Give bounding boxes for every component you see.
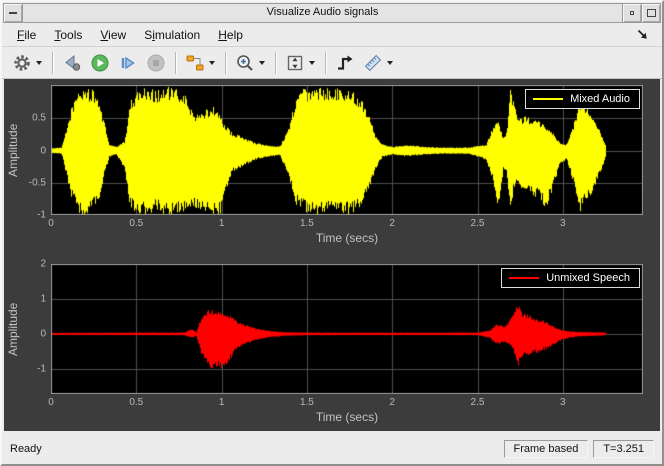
toolbar-separator xyxy=(175,51,176,74)
step-back-icon xyxy=(62,53,82,73)
x-tick-label: 3 xyxy=(560,218,566,229)
settings-button[interactable] xyxy=(9,51,46,75)
highlight-simulink-block-button[interactable] xyxy=(182,51,219,75)
plot-unmixed-speech: Amplitude Time (secs) Unmixed Speech 0 0.… xyxy=(6,259,643,424)
x-tick-label: 2.5 xyxy=(470,218,485,229)
x-tick-label: 1.5 xyxy=(299,397,314,408)
x-tick-label: 1 xyxy=(218,397,225,408)
y-tick-label: 2 xyxy=(40,258,46,270)
frame-mode-indicator: Frame based xyxy=(503,439,589,458)
magnifier-plus-icon xyxy=(235,53,255,73)
x-tick-label: 2 xyxy=(389,218,395,229)
y-tick-label: -1 xyxy=(37,363,46,375)
y-tick-label: 0 xyxy=(40,145,46,157)
status-bar: Ready Frame based T=3.251 xyxy=(2,431,662,464)
status-message: Ready xyxy=(10,442,42,455)
menu-help[interactable]: Help xyxy=(209,26,252,44)
play-icon xyxy=(90,53,110,73)
scale-y-axis-button[interactable] xyxy=(282,51,319,75)
dropdown-caret-icon[interactable] xyxy=(36,60,42,65)
square-icon xyxy=(646,9,656,17)
stop-icon xyxy=(146,53,166,73)
x-axis-label: Time (secs) xyxy=(315,231,379,245)
step-forward-button[interactable] xyxy=(115,51,141,75)
legend-mixed-audio[interactable]: Mixed Audio xyxy=(525,89,640,109)
x-tick-label: 1.5 xyxy=(299,218,314,229)
legend-label: Mixed Audio xyxy=(570,93,630,105)
trigger-icon xyxy=(335,53,355,73)
menu-file[interactable]: File xyxy=(8,26,45,44)
menu-tools[interactable]: Tools xyxy=(45,26,91,44)
x-tick-label: 1 xyxy=(218,218,225,229)
ruler-icon xyxy=(363,53,383,73)
scope-figure: Amplitude Time (secs) Mixed Audio 0 0.5 1 1… xyxy=(4,79,660,431)
plot-mixed-audio: Amplitude Time (secs) Mixed Audio 0 0.5 1 1… xyxy=(6,85,643,245)
x-axis-label: Time (secs) xyxy=(315,410,379,424)
menu-view[interactable]: View xyxy=(91,26,135,44)
x-tick-label: 0.5 xyxy=(129,218,144,229)
x-tick-label: 0.5 xyxy=(129,397,144,408)
y-tick-label: -0.5 xyxy=(28,177,46,189)
x-tick-label: 0 xyxy=(48,397,54,408)
y-tick-label: 1 xyxy=(40,293,46,305)
legend-label: Unmixed Speech xyxy=(546,272,630,284)
y-tick-label: 0.5 xyxy=(32,112,46,124)
toolbar-separator xyxy=(225,51,226,74)
dot-icon xyxy=(630,11,634,15)
y-axis-label: Amplitude xyxy=(6,123,20,177)
toolbar-separator xyxy=(52,51,53,74)
toolbar-separator xyxy=(325,51,326,74)
title-bar[interactable]: Visualize Audio signals xyxy=(3,3,661,23)
trigger-button[interactable] xyxy=(332,51,358,75)
dropdown-caret-icon[interactable] xyxy=(309,60,315,65)
dash-icon xyxy=(9,12,17,14)
restore-button[interactable] xyxy=(622,4,641,22)
title-bar-left-controls xyxy=(4,4,23,22)
window-menu-button[interactable] xyxy=(4,4,23,22)
step-back-button[interactable] xyxy=(59,51,85,75)
toolbar-separator xyxy=(275,51,276,74)
x-tick-label: 3 xyxy=(560,397,566,408)
x-tick-label: 2 xyxy=(389,397,395,408)
toolbar xyxy=(2,47,662,79)
menu-items: File Tools View Simulation Help xyxy=(8,26,252,44)
cursor-measurements-button[interactable] xyxy=(360,51,397,75)
y-tick-label: 0 xyxy=(40,328,46,340)
legend-unmixed-speech[interactable]: Unmixed Speech xyxy=(501,268,640,288)
legend-line-sample xyxy=(509,277,540,279)
maximize-button[interactable] xyxy=(641,4,660,22)
dropdown-caret-icon[interactable] xyxy=(259,60,265,65)
menu-bar: File Tools View Simulation Help xyxy=(2,23,662,47)
zoom-in-button[interactable] xyxy=(232,51,269,75)
x-tick-label: 0 xyxy=(48,218,54,229)
run-button[interactable] xyxy=(87,51,113,75)
legend-line-sample xyxy=(533,98,564,100)
stop-button[interactable] xyxy=(143,51,169,75)
x-tick-label: 2.5 xyxy=(470,397,485,408)
step-forward-icon xyxy=(118,53,138,73)
window-title: Visualize Audio signals xyxy=(266,6,379,18)
y-axis-label: Amplitude xyxy=(6,302,20,356)
gear-icon xyxy=(12,53,32,73)
menu-simulation[interactable]: Simulation xyxy=(135,26,209,44)
autoscale-icon xyxy=(285,53,305,73)
scope-window: Visualize Audio signals File Tools View Sim… xyxy=(0,0,664,466)
title-bar-right-controls xyxy=(622,4,660,22)
simulation-time-indicator: T=3.251 xyxy=(593,439,654,458)
dropdown-caret-icon[interactable] xyxy=(387,60,393,65)
dropdown-caret-icon[interactable] xyxy=(209,60,215,65)
y-tick-label: -1 xyxy=(37,209,46,221)
dock-arrow-icon[interactable] xyxy=(636,28,650,42)
signal-blocks-icon xyxy=(185,53,205,73)
